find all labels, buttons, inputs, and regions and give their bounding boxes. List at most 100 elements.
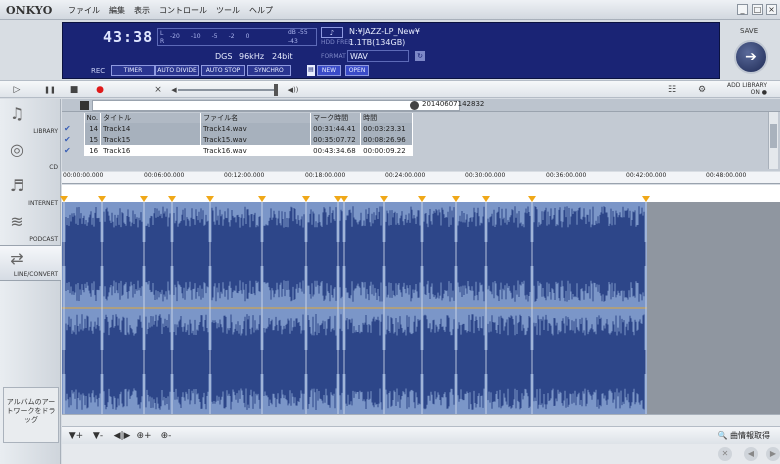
podcast-icon: ≋: [10, 212, 24, 231]
synchro-button[interactable]: SYNCHRO: [247, 65, 291, 76]
album-name-input[interactable]: [92, 100, 460, 111]
column-title[interactable]: タイトル: [100, 113, 202, 123]
track-list-scrollbar[interactable]: [768, 112, 778, 169]
play-button[interactable]: ▷: [9, 83, 25, 97]
search-icon: 🔍: [717, 431, 728, 440]
auto-divide-button[interactable]: AUTO DIVIDE: [155, 65, 199, 76]
title-bar: ONKYO ファイル 編集 表示 コントロール ツール ヘルプ _ □ ×: [0, 0, 780, 20]
dgs-indicator: DGS: [215, 52, 233, 61]
sidebar-item-label: INTERNET: [28, 200, 58, 207]
sample-rate: 96kHz: [239, 52, 265, 61]
timeline-tick: 00:30:00.000: [465, 172, 506, 179]
menu-help[interactable]: ヘルプ: [249, 5, 273, 16]
pause-button[interactable]: ❚❚: [42, 83, 58, 97]
timeline-tick: 00:00:00.000: [63, 172, 104, 179]
cd-icon: ◎: [10, 140, 24, 159]
menu-file[interactable]: ファイル: [68, 5, 100, 16]
zoom-in-button[interactable]: ⊕+: [136, 429, 152, 443]
track-marker-row[interactable]: [60, 185, 780, 202]
save-label: SAVE: [740, 27, 759, 35]
table-row[interactable]: ✔ 15 Track15 Track15.wav 00:35:07.72 00:…: [62, 134, 414, 145]
next-icon[interactable]: ▶: [766, 447, 780, 461]
track-no: 15: [84, 134, 102, 145]
save-button[interactable]: ➔: [734, 40, 768, 74]
track-checkbox[interactable]: ✔: [62, 134, 85, 145]
waveform-graph: [62, 202, 647, 414]
status-bar: ✕ ◀ ▶: [62, 444, 780, 464]
internet-icon: ♬: [9, 176, 25, 195]
timeline-tick: 00:24:00.000: [385, 172, 426, 179]
menu-view[interactable]: 表示: [134, 5, 150, 16]
track-checkbox[interactable]: ✔: [62, 123, 85, 134]
db-bottom-label: -43: [288, 38, 298, 45]
sidebar-item-internet[interactable]: ♬ INTERNET: [0, 173, 61, 209]
remove-marker-button[interactable]: ▼-: [90, 429, 106, 443]
minimize-button[interactable]: _: [737, 4, 748, 15]
meter-scale-label: 0: [245, 33, 250, 40]
sidebar-item-label: LIBRARY: [33, 128, 58, 135]
waveform-view[interactable]: [62, 202, 780, 414]
timeline-tick: 00:06:00.000: [144, 172, 185, 179]
rec-label: REC: [91, 67, 106, 75]
menu-tools[interactable]: ツール: [216, 5, 240, 16]
app-logo: ONKYO: [6, 4, 53, 17]
column-filename[interactable]: ファイル名: [200, 113, 312, 123]
settings-icon[interactable]: ⚙: [694, 83, 710, 97]
db-top-label: dB -55: [288, 29, 308, 36]
cd-icon: [410, 101, 419, 110]
add-library-toggle[interactable]: ADD LIBRARY ON ●: [727, 82, 767, 96]
split-button[interactable]: ◀|▶: [112, 429, 132, 443]
track-checkbox[interactable]: ✔: [62, 145, 85, 156]
maximize-button[interactable]: □: [752, 4, 763, 15]
scrollbar-thumb[interactable]: [770, 124, 777, 148]
record-button[interactable]: ●: [92, 83, 108, 97]
stop-button[interactable]: ■: [66, 83, 82, 97]
open-button[interactable]: OPEN: [345, 65, 369, 76]
music-folder-icon[interactable]: ♪: [321, 27, 343, 38]
track-mark-time: 00:31:44.41: [310, 123, 362, 134]
meter-channel-l: L: [160, 30, 164, 37]
disk-capacity: 1.1TB(134GB): [349, 38, 406, 47]
previous-icon[interactable]: ◀: [744, 447, 758, 461]
fetch-track-info-button[interactable]: 🔍 曲情報取得: [717, 430, 770, 441]
sidebar: ♫ LIBRARY ◎ CD ♬ INTERNET ≋ PODCAST ⇄ LI…: [0, 99, 61, 464]
volume-off-icon: ✕: [718, 447, 732, 461]
track-title: Track14: [100, 123, 202, 134]
lcd-display: 43:38 L R -20 -10 -5 -2 0 dB -55 -43 ♪ H…: [62, 22, 720, 79]
sidebar-item-line-convert[interactable]: ⇄ LINE/CONVERT: [0, 245, 61, 281]
table-row[interactable]: ✔ 16 Track16 Track16.wav 00:43:34.68 00:…: [62, 145, 414, 156]
artwork-drop-area[interactable]: アルバムのアートワークをドラッグ: [3, 387, 59, 443]
zoom-out-button[interactable]: ⊕-: [158, 429, 174, 443]
column-no[interactable]: No.: [84, 113, 102, 123]
menu-control[interactable]: コントロール: [159, 5, 207, 16]
sidebar-item-cd[interactable]: ◎ CD: [0, 137, 61, 173]
equalizer-icon[interactable]: ☷: [664, 83, 680, 97]
column-mark-time[interactable]: マーク時間: [310, 113, 362, 123]
sidebar-item-library[interactable]: ♫ LIBRARY: [0, 101, 61, 137]
timer-button[interactable]: TIMER: [111, 65, 155, 76]
track-filename: Track14.wav: [200, 123, 312, 134]
auto-stop-button[interactable]: AUTO STOP: [201, 65, 245, 76]
add-library-state: ON: [750, 89, 760, 96]
format-select[interactable]: WAV: [347, 50, 409, 62]
format-refresh-icon[interactable]: ↻: [415, 51, 425, 61]
menu-edit[interactable]: 編集: [109, 5, 125, 16]
sidebar-item-podcast[interactable]: ≋ PODCAST: [0, 209, 61, 245]
track-time: 00:03:23.31: [360, 123, 414, 134]
track-time: 00:00:09.22: [360, 145, 414, 156]
timeline-ruler[interactable]: 00:00:00.000 00:06:00.000 00:12:00.000 0…: [62, 172, 780, 184]
transport-bar: ▷ ❚❚ ■ ● ⨯ ◀ ◀)) ☷ ⚙ ADD LIBRARY ON ●: [0, 80, 780, 98]
mute-button[interactable]: ⨯: [150, 83, 166, 97]
table-row[interactable]: ✔ 14 Track14 Track14.wav 00:31:44.41 00:…: [62, 123, 414, 134]
meter-scale-label: -20: [170, 33, 180, 40]
close-button[interactable]: ×: [766, 4, 777, 15]
format-label: FORMAT: [321, 53, 346, 60]
volume-knob[interactable]: [274, 84, 278, 96]
add-marker-button[interactable]: ▼+: [68, 429, 84, 443]
waveform-scrollbar[interactable]: [62, 414, 780, 426]
timeline-tick: 00:36:00.000: [546, 172, 587, 179]
new-button[interactable]: NEW: [317, 65, 341, 76]
volume-slider[interactable]: [178, 89, 278, 91]
library-icon: ♫: [9, 104, 25, 123]
column-time[interactable]: 時間: [360, 113, 414, 123]
